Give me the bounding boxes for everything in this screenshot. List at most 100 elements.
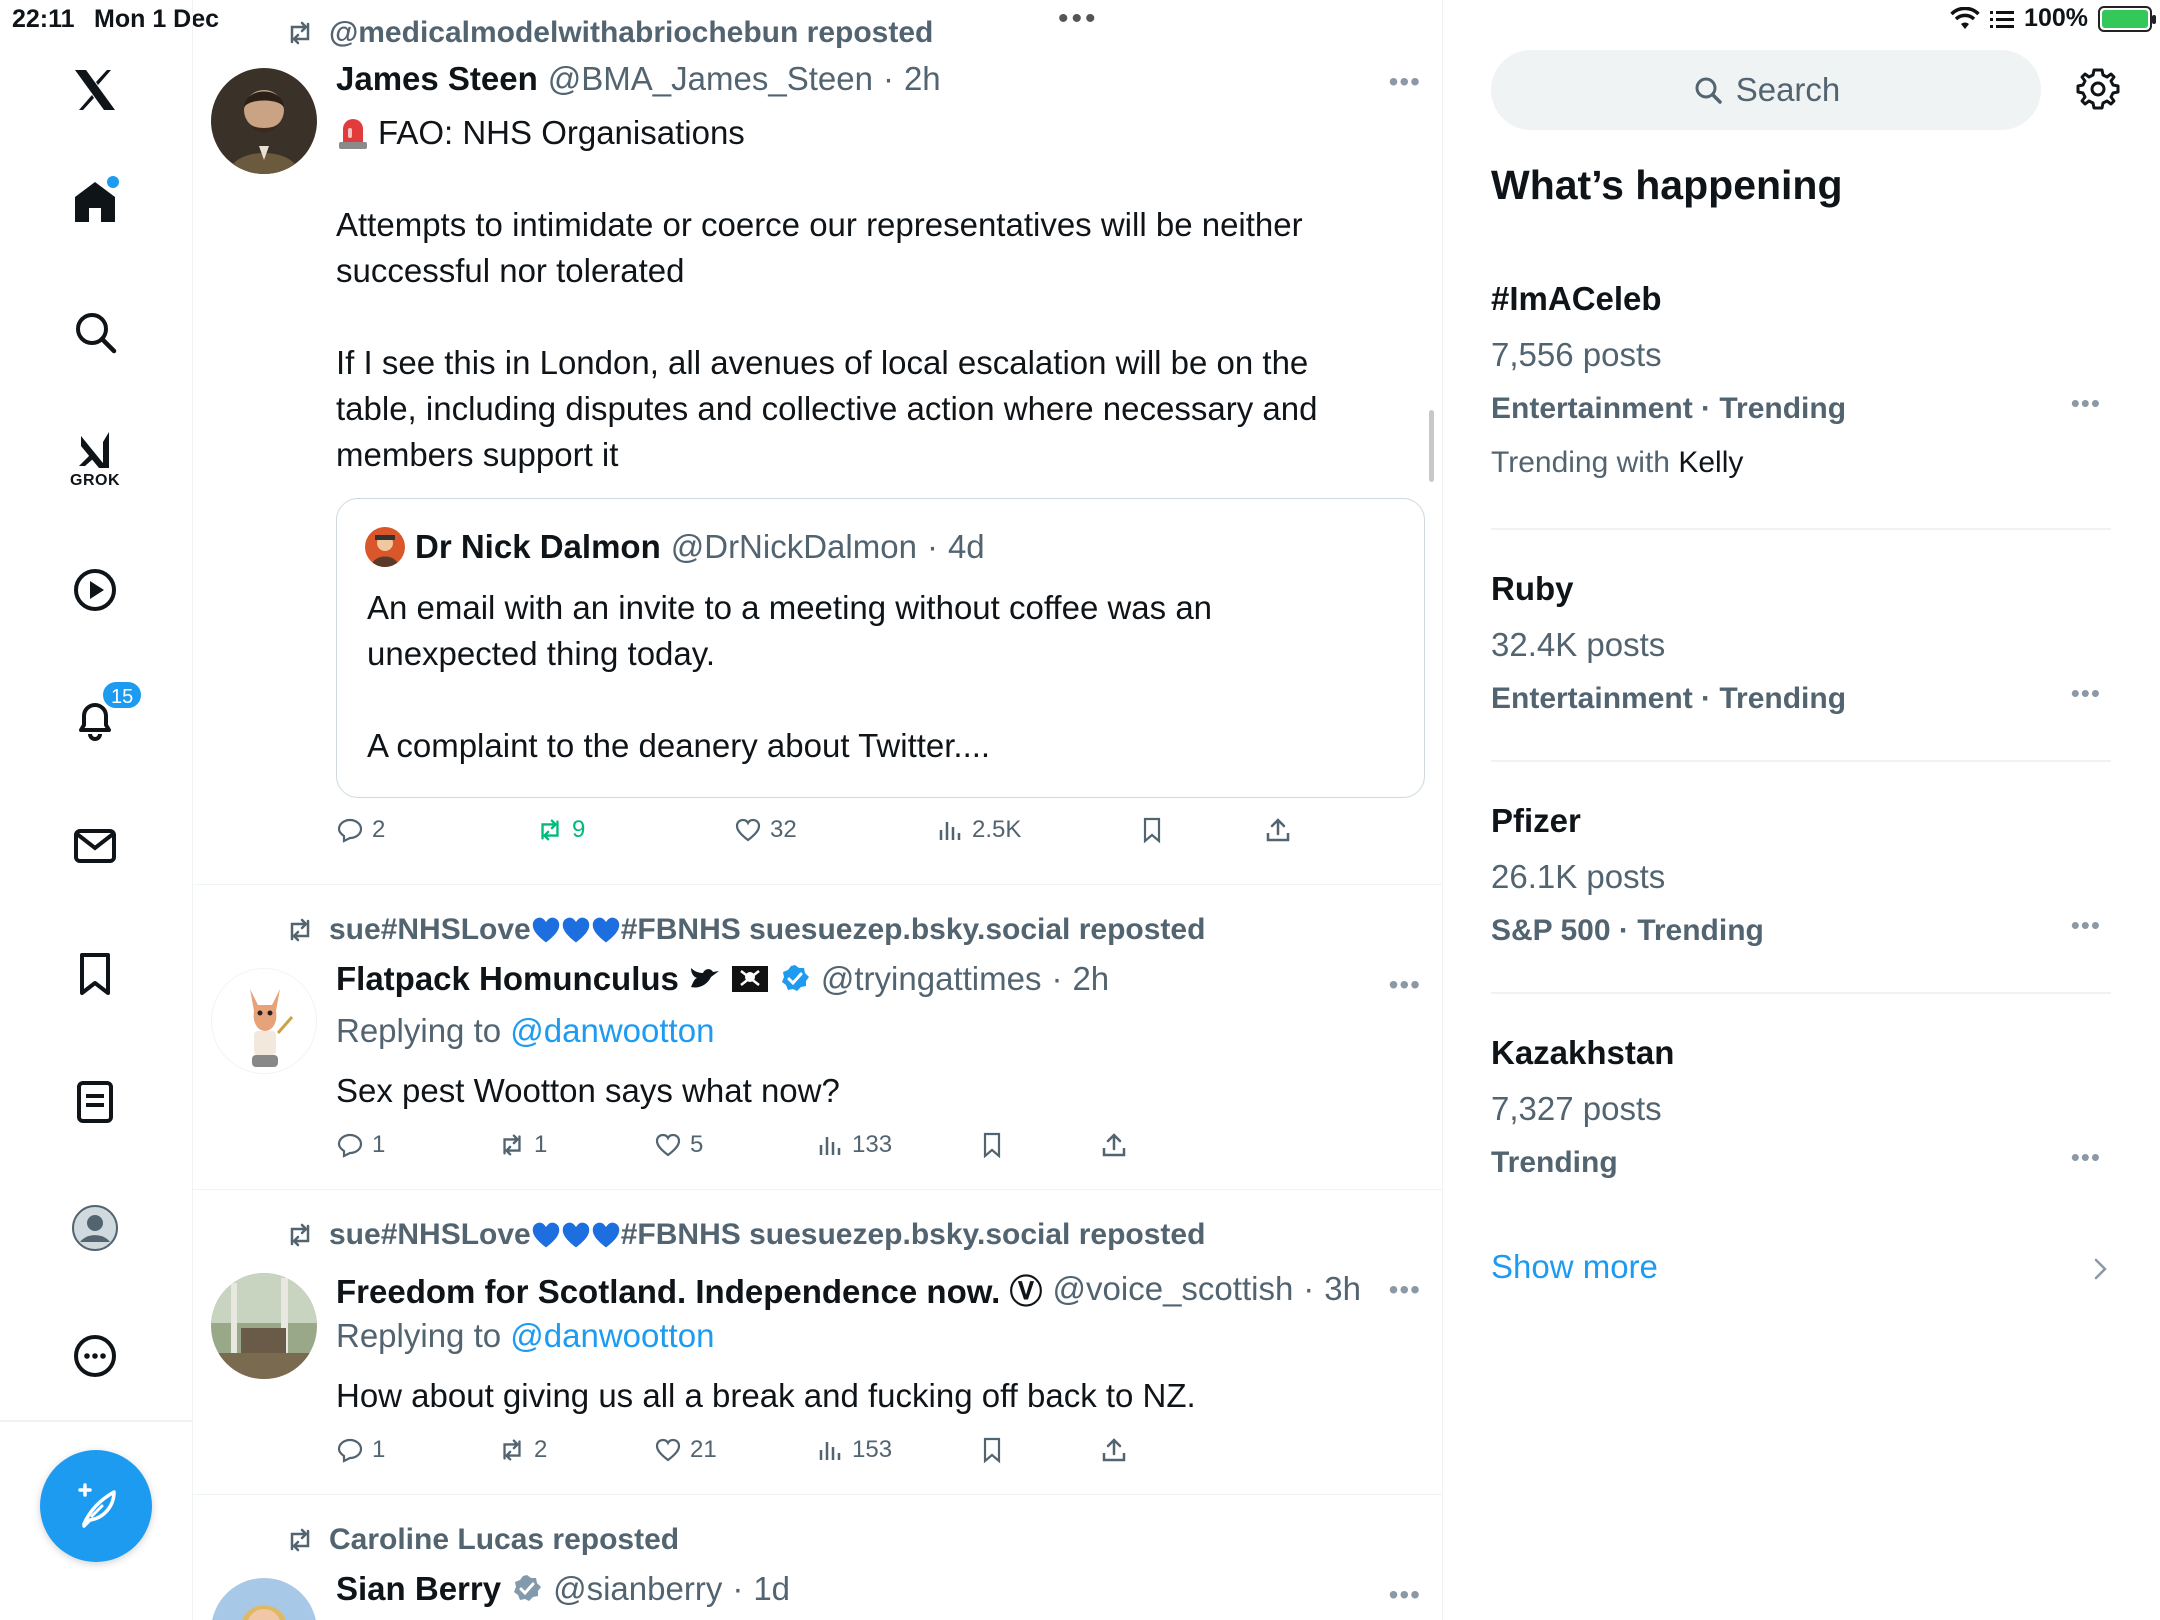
quote-paragraph: An email with an invite to a meeting wit…: [367, 589, 1213, 672]
repost-button[interactable]: 2: [498, 1436, 547, 1464]
trend-item[interactable]: #ImACeleb 7,556 posts Entertainment · Tr…: [1491, 280, 2111, 500]
feed-scrollbar[interactable]: [1429, 410, 1434, 482]
reply-button[interactable]: 2: [336, 816, 385, 844]
tweet-more-icon[interactable]: •••: [1389, 1274, 1421, 1306]
repost-icon: [290, 1528, 310, 1552]
nav-explore[interactable]: [45, 282, 145, 382]
author-name[interactable]: James Steen: [336, 60, 538, 98]
tweet[interactable]: Caroline Lucas reposted Sian Berry @sian…: [193, 1495, 1442, 1620]
author-handle[interactable]: @voice_scottish: [1053, 1270, 1294, 1308]
tweet-header: Freedom for Scotland. Independence now. …: [336, 1265, 1361, 1313]
nav-notifications[interactable]: 15: [45, 668, 145, 768]
nav-video[interactable]: [45, 540, 145, 640]
trend-item[interactable]: Ruby 32.4K posts Entertainment · Trendin…: [1491, 570, 2111, 740]
blue-heart-icon: [592, 917, 619, 943]
quote-text: An email with an invite to a meeting wit…: [367, 585, 1387, 769]
tweet-header: Sian Berry @sianberry · 1d: [336, 1570, 790, 1608]
author-name[interactable]: Freedom for Scotland. Independence now. …: [336, 1265, 1043, 1313]
reply-count: 1: [372, 1131, 386, 1158]
author-handle[interactable]: @DrNickDalmon: [671, 528, 917, 566]
author-name[interactable]: Sian Berry: [336, 1570, 501, 1608]
view-count: 133: [852, 1131, 893, 1158]
like-button[interactable]: 5: [654, 1131, 703, 1159]
bookmark-icon: [1143, 817, 1161, 844]
timestamp[interactable]: 3h: [1324, 1270, 1361, 1308]
nav-grok[interactable]: GROK: [45, 408, 145, 508]
trend-more-icon[interactable]: •••: [2071, 678, 2101, 709]
separator-dot: ·: [926, 528, 938, 565]
trend-category: Entertainment · Trending: [1491, 682, 1847, 715]
trend-count: 26.1K posts: [1491, 858, 1666, 895]
views-button[interactable]: 2.5K: [936, 816, 1021, 844]
bookmark-button[interactable]: [1138, 816, 1166, 844]
views-button[interactable]: 153: [816, 1436, 892, 1464]
avatar[interactable]: [211, 1578, 317, 1620]
share-button[interactable]: [1264, 816, 1292, 844]
repost-by[interactable]: sue#NHSLove #FBNHS suesuezep.bsky.social …: [329, 913, 1205, 947]
like-count: 21: [690, 1436, 717, 1463]
reply-target-link[interactable]: @danwootton: [510, 1012, 714, 1049]
avatar[interactable]: [365, 527, 405, 567]
bookmark-button[interactable]: [978, 1131, 1006, 1159]
tweet[interactable]: @medicalmodelwithabriochebun reposted Ja…: [193, 0, 1442, 885]
views-bar-icon: [819, 1442, 841, 1460]
nav-profile[interactable]: [45, 1178, 145, 1278]
nav-bookmarks[interactable]: [45, 924, 145, 1024]
trend-more-icon[interactable]: •••: [2071, 1142, 2101, 1173]
repost-button[interactable]: 9: [536, 816, 585, 844]
blue-heart-icon: [532, 917, 559, 943]
trend-more-icon[interactable]: •••: [2071, 388, 2101, 419]
quoted-tweet[interactable]: Dr Nick Dalmon @DrNickDalmon · 4d An ema…: [336, 498, 1425, 798]
like-button[interactable]: 32: [734, 816, 797, 844]
chevron-right-icon[interactable]: [2091, 1254, 2111, 1284]
repost-button[interactable]: 1: [498, 1131, 547, 1159]
repost-by[interactable]: Caroline Lucas reposted: [329, 1523, 679, 1557]
compose-post-button[interactable]: [40, 1450, 152, 1562]
tweet-text: FAO: NHS Organisations Attempts to intim…: [336, 110, 1336, 478]
trend-item[interactable]: Pfizer 26.1K posts S&P 500 · Trending ••…: [1491, 802, 2111, 972]
avatar[interactable]: [211, 968, 317, 1074]
author-name[interactable]: Dr Nick Dalmon: [415, 528, 661, 566]
tweet-more-icon[interactable]: •••: [1389, 1579, 1421, 1611]
like-button[interactable]: 21: [654, 1436, 717, 1464]
tweet[interactable]: sue#NHSLove #FBNHS suesuezep.bsky.social …: [193, 1190, 1442, 1495]
trend-more-icon[interactable]: •••: [2071, 910, 2101, 941]
timestamp[interactable]: 4d: [948, 528, 985, 566]
repost-by[interactable]: @medicalmodelwithabriochebun reposted: [329, 16, 933, 50]
heart-icon: [735, 818, 761, 842]
author-handle[interactable]: @tryingattimes: [821, 960, 1042, 998]
x-logo-icon[interactable]: [45, 40, 145, 140]
trend-category: Trending: [1491, 1146, 1618, 1179]
tweet-more-icon[interactable]: •••: [1389, 66, 1421, 98]
gear-icon[interactable]: [2073, 64, 2123, 114]
author-handle[interactable]: @sianberry: [553, 1570, 722, 1608]
timestamp[interactable]: 2h: [1072, 960, 1109, 998]
reply-button[interactable]: 1: [336, 1436, 385, 1464]
avatar[interactable]: [211, 1273, 317, 1379]
nav-messages[interactable]: [45, 796, 145, 896]
author-handle[interactable]: @BMA_James_Steen: [548, 60, 873, 98]
timestamp[interactable]: 1d: [753, 1570, 790, 1608]
author-name[interactable]: Flatpack Homunculus: [336, 960, 679, 998]
reply-target-link[interactable]: @danwootton: [510, 1317, 714, 1354]
timestamp[interactable]: 2h: [904, 60, 941, 98]
nav-more[interactable]: [45, 1306, 145, 1406]
share-icon: [1102, 1438, 1126, 1462]
tweet-more-icon[interactable]: •••: [1389, 969, 1421, 1001]
nav-lists[interactable]: [45, 1052, 145, 1152]
tweet-text: Sex pest Wootton says what now?: [336, 1072, 840, 1109]
avatar[interactable]: [211, 68, 317, 174]
views-button[interactable]: 133: [816, 1131, 892, 1159]
trend-item[interactable]: Kazakhstan 7,327 posts Trending •••: [1491, 1034, 2111, 1204]
search-input[interactable]: Search: [1491, 50, 2041, 130]
nav-home[interactable]: [45, 152, 145, 252]
tweet[interactable]: sue#NHSLove #FBNHS suesuezep.bsky.social …: [193, 885, 1442, 1190]
show-more-link[interactable]: Show more: [1491, 1248, 1658, 1286]
reply-button[interactable]: 1: [336, 1131, 385, 1159]
share-button[interactable]: [1100, 1131, 1128, 1159]
repost-by[interactable]: sue#NHSLove #FBNHS suesuezep.bsky.social …: [329, 1218, 1205, 1252]
siren-emoji-icon: [339, 119, 367, 149]
separator-dot: ·: [1051, 960, 1063, 997]
share-button[interactable]: [1100, 1436, 1128, 1464]
bookmark-button[interactable]: [978, 1436, 1006, 1464]
